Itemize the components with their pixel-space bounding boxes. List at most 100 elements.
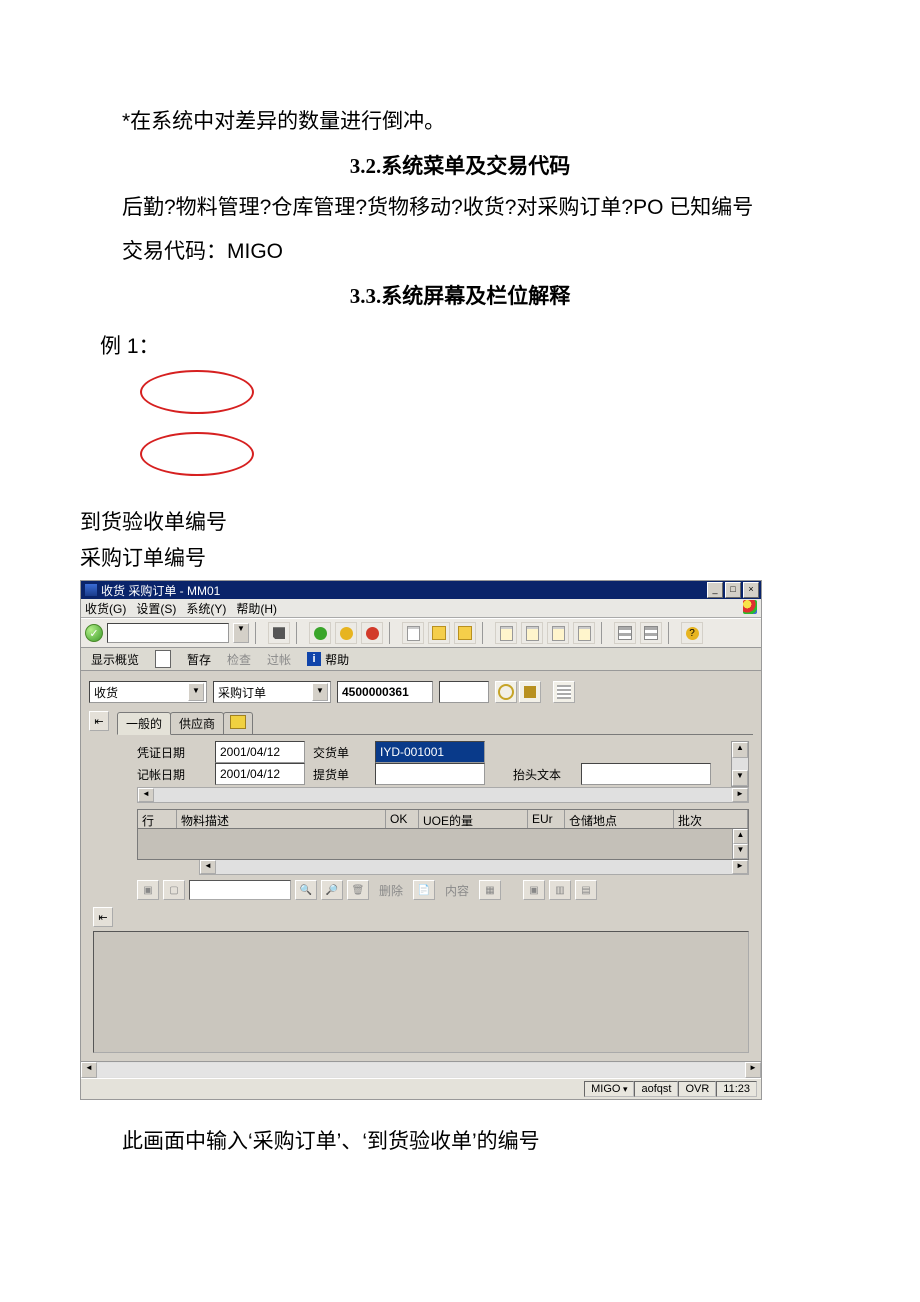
action-dropdown-value: 收货 — [94, 684, 118, 701]
post-button[interactable]: 过帐 — [263, 650, 295, 668]
body-line-1: *在系统中对差异的数量进行倒冲。 — [80, 100, 840, 144]
help-button[interactable]: i帮助 — [303, 650, 353, 668]
last-page-icon[interactable] — [573, 622, 595, 644]
save-icon[interactable] — [268, 622, 290, 644]
tab-attachments[interactable] — [223, 712, 253, 734]
sap-logo-icon — [743, 600, 757, 614]
tab-general[interactable]: 一般的 — [117, 712, 171, 735]
print-icon[interactable] — [402, 622, 424, 644]
doc-date-label: 凭证日期 — [137, 744, 207, 761]
footer-instruction: 此画面中输入‘采购订单’、‘到货验收单’的编号 — [80, 1120, 840, 1164]
status-bar: MIGO ▾ aofqst OVR 11:23 — [81, 1078, 761, 1099]
window-title: 收货 采购订单 - MM01 — [101, 582, 220, 599]
sap-window: 收货 采购订单 - MM01 _ □ × 收货(G) 设置(S) 系统(Y) 帮… — [80, 580, 762, 1100]
exit-icon[interactable] — [335, 622, 357, 644]
separator — [482, 622, 489, 644]
select-all-button[interactable]: ▣ — [137, 880, 159, 900]
find-next-button[interactable]: 🔎 — [321, 880, 343, 900]
table-vscroll[interactable]: ▲▼ — [732, 829, 748, 859]
heading-3-2: 3.2.系统菜单及交易代码 — [80, 150, 840, 180]
command-dropdown[interactable]: ▼ — [233, 623, 249, 643]
header-vscroll[interactable]: ▲▼ — [731, 741, 749, 787]
find-icon[interactable] — [428, 622, 450, 644]
maximize-button[interactable]: □ — [725, 582, 741, 598]
misc-button-1[interactable]: ▦ — [479, 880, 501, 900]
collapse-detail-button[interactable]: ⇤ — [93, 907, 113, 927]
status-tcode: MIGO ▾ — [584, 1081, 634, 1097]
po-item-input[interactable] — [439, 681, 489, 703]
misc-button-2[interactable]: ▣ — [523, 880, 545, 900]
new-doc-icon[interactable] — [151, 650, 175, 668]
header-text-input[interactable] — [581, 763, 711, 785]
separator — [389, 622, 396, 644]
red-ellipse-1 — [140, 370, 254, 414]
delivery-slip-input[interactable]: IYD-001001 — [375, 741, 485, 763]
item-table: 行 物料描述 OK UOE的量 EUr 仓储地点 批次 ▲▼ ◄► — [137, 809, 749, 875]
menu-system[interactable]: 系统(Y) — [186, 600, 226, 617]
col-storage-loc: 仓储地点 — [565, 810, 674, 828]
col-uoe-qty: UOE的量 — [419, 810, 528, 828]
separator — [296, 622, 303, 644]
standard-toolbar: ✓ ▼ ? — [81, 618, 761, 648]
cancel-icon[interactable] — [361, 622, 383, 644]
status-user: aofqst — [634, 1081, 678, 1097]
label-po-number: 采购订单编号 — [80, 542, 840, 572]
bill-of-lading-input[interactable] — [375, 763, 485, 785]
menu-path: 后勤?物料管理?仓库管理?货物移动?收货?对采购订单?PO 已知编号 — [80, 186, 840, 230]
layout-button[interactable] — [553, 681, 575, 703]
example-label: 例 1： — [100, 330, 840, 360]
menu-settings[interactable]: 设置(S) — [136, 600, 176, 617]
col-line: 行 — [138, 810, 177, 828]
misc-button-4[interactable]: ▤ — [575, 880, 597, 900]
separator — [668, 622, 675, 644]
next-page-icon[interactable] — [547, 622, 569, 644]
misc-button-3[interactable]: ▥ — [549, 880, 571, 900]
menu-goods-receipt[interactable]: 收货(G) — [85, 600, 126, 617]
reference-dropdown[interactable]: 采购订单 ▼ — [213, 681, 331, 703]
menu-help[interactable]: 帮助(H) — [236, 600, 277, 617]
item-search-field[interactable] — [189, 880, 291, 900]
hold-button[interactable]: 暂存 — [183, 650, 215, 668]
check-button[interactable]: 检查 — [223, 650, 255, 668]
action-dropdown[interactable]: 收货 ▼ — [89, 681, 207, 703]
trash-icon[interactable]: 🗑 — [347, 880, 369, 900]
posting-date-input[interactable]: 2001/04/12 — [215, 763, 305, 785]
new-session-icon[interactable] — [614, 622, 636, 644]
execute-button[interactable] — [495, 681, 517, 703]
find-next-icon[interactable] — [454, 622, 476, 644]
titlebar: 收货 采购订单 - MM01 _ □ × — [81, 581, 761, 599]
header-hscroll[interactable]: ◄► — [137, 787, 749, 803]
app-toolbar: 显示概览 暂存 检查 过帐 i帮助 — [81, 648, 761, 671]
col-eur: EUr — [528, 810, 565, 828]
command-field[interactable] — [107, 623, 229, 643]
collapse-header-button[interactable]: ⇤ — [89, 711, 109, 731]
header-tabs: 一般的 供应商 — [117, 711, 753, 735]
find-button[interactable]: 🔍 — [295, 880, 317, 900]
back-icon[interactable] — [309, 622, 331, 644]
minimize-button[interactable]: _ — [707, 582, 723, 598]
close-button[interactable]: × — [743, 582, 759, 598]
delivery-slip-label: 交货单 — [313, 744, 367, 761]
help-icon[interactable]: ? — [681, 622, 703, 644]
table-hscroll[interactable]: ◄► — [199, 860, 749, 875]
enter-button[interactable]: ✓ — [85, 624, 103, 642]
po-number-input[interactable]: 4500000361 — [337, 681, 433, 703]
contents-icon[interactable]: 📄 — [413, 880, 435, 900]
table-header: 行 物料描述 OK UOE的量 EUr 仓储地点 批次 — [137, 809, 749, 829]
window-hscroll[interactable]: ◄► — [81, 1061, 761, 1078]
label-delivery-note-number: 到货验收单编号 — [80, 506, 840, 536]
shortcut-icon[interactable] — [640, 622, 662, 644]
tab-vendor[interactable]: 供应商 — [170, 712, 224, 734]
save-layout-button[interactable] — [519, 681, 541, 703]
contents-label: 内容 — [439, 882, 475, 899]
chevron-down-icon: ▼ — [188, 683, 204, 701]
bill-of-lading-label: 提货单 — [313, 766, 367, 783]
deselect-all-button[interactable]: ▢ — [163, 880, 185, 900]
separator — [255, 622, 262, 644]
doc-date-input[interactable]: 2001/04/12 — [215, 741, 305, 763]
first-page-icon[interactable] — [495, 622, 517, 644]
prev-page-icon[interactable] — [521, 622, 543, 644]
empty-detail-area — [93, 931, 749, 1053]
show-overview-button[interactable]: 显示概览 — [87, 650, 143, 668]
annotation-ellipses — [140, 370, 840, 476]
